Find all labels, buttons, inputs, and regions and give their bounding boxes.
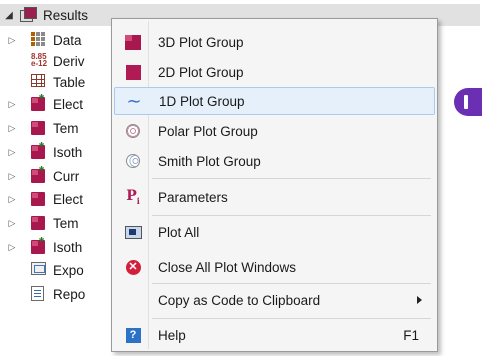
plot-group-star-icon <box>31 163 49 184</box>
table-icon <box>31 74 49 90</box>
tree-node-label: Elect <box>53 96 84 112</box>
tree-node-label: Deriv <box>53 53 85 69</box>
menu-item-2d-plot-group[interactable]: 2D Plot Group <box>114 58 435 86</box>
plot-all-icon <box>124 223 142 241</box>
tree-node-label: Tem <box>53 120 79 136</box>
parameters-icon: Pi <box>126 188 140 206</box>
context-menu: 3D Plot Group 2D Plot Group ∼ 1D Plot Gr… <box>111 18 438 352</box>
expand-arrow-icon[interactable]: ▷ <box>7 242 17 252</box>
tree-node-label: Tem <box>53 215 79 231</box>
help-icon: ? <box>124 326 142 344</box>
report-icon <box>31 286 49 302</box>
menu-item-label: Plot All <box>158 224 200 240</box>
tree-node-label: Table <box>53 74 86 90</box>
menu-item-label: 1D Plot Group <box>159 93 245 109</box>
menu-item-3d-plot-group[interactable]: 3D Plot Group <box>114 28 435 56</box>
1d-plot-group-icon: ∼ <box>126 91 142 111</box>
expand-arrow-icon[interactable]: ▷ <box>7 218 17 228</box>
menu-item-label: Polar Plot Group <box>158 123 258 139</box>
plot-group-star-icon <box>31 91 49 112</box>
menu-separator <box>152 215 431 216</box>
menu-item-plot-all[interactable]: Plot All <box>114 218 435 246</box>
expand-arrow-icon[interactable]: ▷ <box>7 194 17 204</box>
menu-item-smith-plot-group[interactable]: Smith Plot Group <box>114 147 435 175</box>
expand-arrow-icon[interactable]: ▷ <box>7 35 17 45</box>
info-badge-icon[interactable] <box>454 88 482 116</box>
submenu-arrow-icon <box>417 296 422 304</box>
expand-arrow-icon[interactable]: ▷ <box>7 123 17 133</box>
menu-item-label: Parameters <box>158 189 228 205</box>
expand-arrow-icon[interactable]: ▷ <box>7 171 17 181</box>
tree-node-label: Curr <box>53 168 80 184</box>
tree-node-label: Isoth <box>53 144 83 160</box>
menu-separator <box>152 283 431 284</box>
plot-group-icon <box>31 120 49 136</box>
derived-values-icon: 8.85 e-12 <box>31 52 48 68</box>
menu-item-1d-plot-group[interactable]: ∼ 1D Plot Group <box>114 87 435 115</box>
collapse-arrow-icon[interactable]: ◢ <box>4 10 14 21</box>
menu-item-label: Copy as Code to Clipboard <box>158 292 321 308</box>
plot-group-icon <box>31 191 49 207</box>
tree-node-label: Elect <box>53 191 84 207</box>
menu-separator <box>152 178 431 179</box>
tree-node-label: Repo <box>53 286 86 302</box>
tree-node-label: Isoth <box>53 239 83 255</box>
tree-node-label: Data <box>53 32 82 48</box>
menu-item-shortcut: F1 <box>403 327 419 343</box>
menu-item-close-all-plot-windows[interactable]: ✕ Close All Plot Windows <box>114 253 435 281</box>
results-icon <box>20 7 38 23</box>
export-icon <box>31 262 49 278</box>
polar-plot-group-icon <box>124 122 142 140</box>
menu-item-polar-plot-group[interactable]: Polar Plot Group <box>114 117 435 145</box>
3d-plot-group-icon <box>124 33 142 51</box>
tree-node-label: Results <box>43 7 89 23</box>
data-icon <box>31 32 49 48</box>
menu-item-copy-as-code[interactable]: Copy as Code to Clipboard <box>114 286 435 314</box>
close-all-icon: ✕ <box>124 258 142 276</box>
expand-arrow-icon[interactable]: ▷ <box>7 147 17 157</box>
tree-node-label: Expo <box>53 262 84 278</box>
menu-item-label: Close All Plot Windows <box>158 259 297 275</box>
expand-arrow-icon[interactable]: ▷ <box>7 99 17 109</box>
menu-item-label: Help <box>158 327 186 343</box>
plot-group-star-icon <box>31 139 49 160</box>
menu-separator <box>152 318 431 319</box>
plot-group-star-icon <box>31 234 49 255</box>
2d-plot-group-icon <box>124 63 142 81</box>
menu-item-help[interactable]: ? Help F1 <box>114 321 435 349</box>
menu-item-label: 2D Plot Group <box>158 64 244 80</box>
smith-plot-group-icon <box>124 152 142 170</box>
menu-item-label: Smith Plot Group <box>158 153 261 169</box>
menu-item-label: 3D Plot Group <box>158 34 244 50</box>
menu-item-parameters[interactable]: Pi Parameters <box>114 183 435 211</box>
plot-group-icon <box>31 215 49 231</box>
